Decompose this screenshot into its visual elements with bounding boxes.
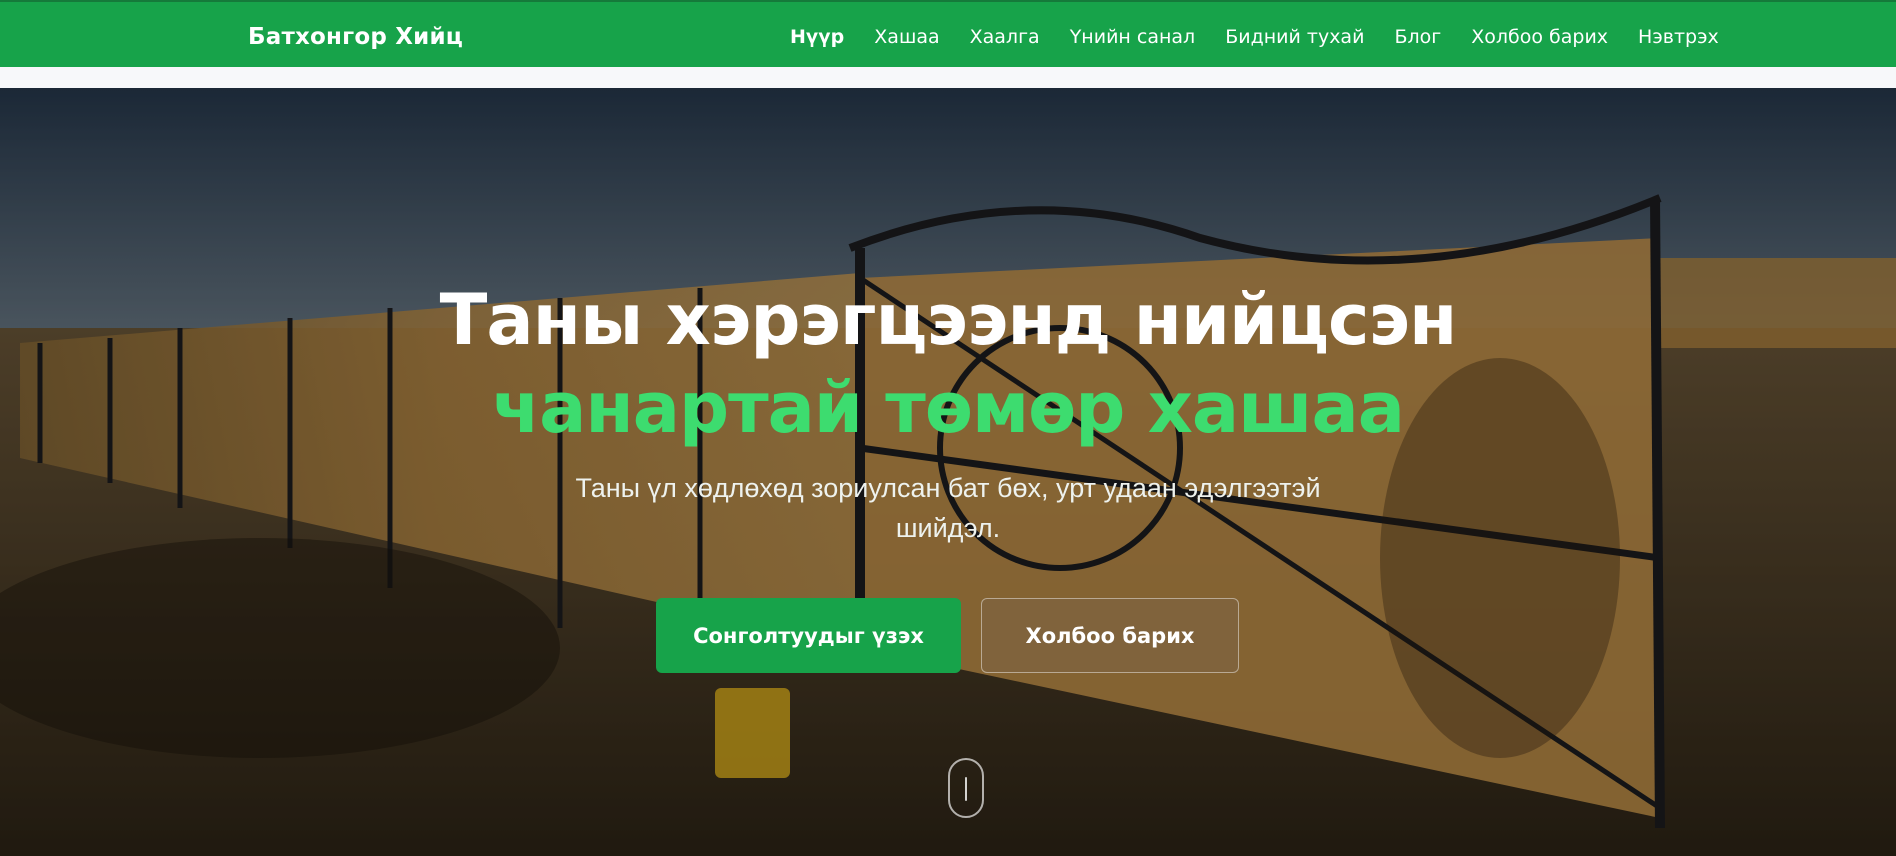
nav-link-gates[interactable]: Хаалга — [970, 26, 1040, 48]
nav-link-home[interactable]: Нүүр — [790, 26, 844, 48]
brand-logo-text[interactable]: Батхонгор Хийц — [248, 24, 463, 50]
nav-link-about[interactable]: Бидний тухай — [1225, 26, 1364, 48]
view-options-button[interactable]: Сонголтуудыг үзэх — [656, 598, 961, 673]
nav-link-quote[interactable]: Үнийн санал — [1070, 26, 1196, 48]
nav-link-contact[interactable]: Холбоо барих — [1471, 26, 1608, 48]
hero-title-line-2: чанартай төмөр хашаа — [492, 367, 1405, 449]
contact-button[interactable]: Холбоо барих — [981, 598, 1239, 673]
nav-link-fences[interactable]: Хашаа — [874, 26, 939, 48]
mouse-scroll-icon[interactable] — [948, 758, 984, 818]
nav-link-blog[interactable]: Блог — [1394, 26, 1441, 48]
navbar-spacer — [0, 67, 1896, 88]
hero-subtitle: Таны үл хөдлөхөд зориулсан бат бөх, урт … — [575, 473, 1321, 543]
hero-title: Таны хэрэгцээнд нийцсэн чанартай төмөр х… — [0, 276, 1896, 452]
nav-link-login[interactable]: Нэвтрэх — [1638, 26, 1719, 48]
hero-title-line-1: Таны хэрэгцээнд нийцсэн — [439, 279, 1458, 361]
top-navbar: Батхонгор Хийц Нүүр Хашаа Хаалга Үнийн с… — [0, 0, 1896, 67]
main-nav: Нүүр Хашаа Хаалга Үнийн санал Бидний тух… — [790, 26, 1749, 48]
hero-section: Таны хэрэгцээнд нийцсэн чанартай төмөр х… — [0, 88, 1896, 856]
scroll-wheel-icon — [965, 777, 967, 801]
